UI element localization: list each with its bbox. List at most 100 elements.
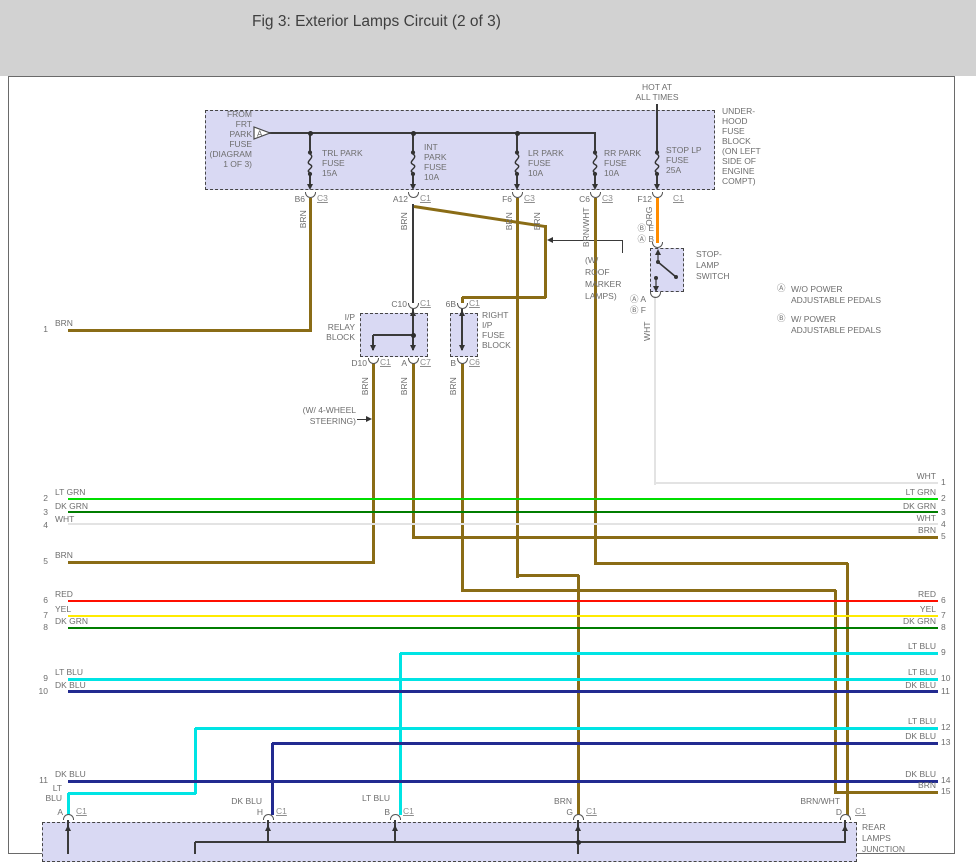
wire-k <box>195 841 845 843</box>
diagram-label: (W/ 4-WHEEL <box>303 406 356 415</box>
diagram-label: 2 <box>43 494 48 503</box>
diagram-label: 11 <box>39 776 48 785</box>
diagram-label: BRN/WHT <box>800 797 840 806</box>
diagram-label: SIDE OF <box>722 157 756 166</box>
wire-wht <box>654 296 656 485</box>
wire-color-label: BRN <box>400 356 409 416</box>
diagram-label: STEERING) <box>310 417 356 426</box>
arrow-d <box>410 184 416 190</box>
wire-brn <box>594 198 597 565</box>
diagram-label: 2 <box>941 494 946 503</box>
diagram-label: WHT <box>55 515 74 524</box>
wire-brn <box>372 363 375 564</box>
diagram-label: YEL <box>920 605 936 614</box>
diagram-layer: A HOT ATALL TIMESFROMFRTPARKFUSE(DIAGRAM… <box>0 0 976 854</box>
diagram-label: 9 <box>43 674 48 683</box>
arrow-u <box>575 825 581 831</box>
diagram-label: STOP LP <box>666 146 702 155</box>
diagram-label: FUSE <box>229 140 252 149</box>
wire-color-label: BRN <box>299 189 308 249</box>
diagram-label: BLOCK <box>482 341 511 350</box>
wire-color-label: BRN <box>505 191 514 251</box>
diagram-label: C1 <box>586 807 597 816</box>
diagram-label: ENGINE <box>722 167 755 176</box>
arrow-d <box>307 184 313 190</box>
diagram-label: 10 <box>39 687 48 696</box>
diagram-label: STOP- <box>696 250 722 259</box>
diagram-label: FRT <box>236 120 252 129</box>
diagram-label: 10A <box>528 169 543 178</box>
diagram-label: C1 <box>76 807 87 816</box>
diagram-label: 9 <box>941 648 946 657</box>
diagram-label: DK BLU <box>231 797 262 806</box>
diagram-label: DK GRN <box>55 502 88 511</box>
diagram-label: D <box>836 808 842 817</box>
diagram-label: G <box>566 808 573 817</box>
arrow-d <box>514 184 520 190</box>
wire-k <box>267 820 269 843</box>
diagram-label: 7 <box>941 611 946 620</box>
diagram-label: DK BLU <box>905 732 936 741</box>
wire-wht <box>655 482 938 484</box>
diagram-label: C1 <box>469 299 480 308</box>
arrow-d <box>410 345 416 351</box>
diagram-label: FUSE <box>722 127 745 136</box>
wire-ltblu <box>68 792 196 795</box>
arrow-d <box>592 184 598 190</box>
diagram-label: MARKER <box>585 280 621 289</box>
diagram-label: LT <box>53 784 62 793</box>
diagram-label: C1 <box>380 358 391 367</box>
diagram-label: I/P <box>482 321 492 330</box>
diagram-label: LT BLU <box>362 794 390 803</box>
connector-arc <box>457 358 468 364</box>
wire-ltblu <box>194 728 197 794</box>
diagram-label: 6B <box>446 300 456 309</box>
wire-dkblu <box>68 780 938 783</box>
connector-arc <box>263 814 274 820</box>
wire-color-label: WHT <box>643 301 652 361</box>
diagram-label: 4 <box>43 521 48 530</box>
wire-yel <box>68 615 938 617</box>
diagram-label: 14 <box>941 776 950 785</box>
wire-color-label: BRN <box>361 356 370 416</box>
diagram-label: 1 <box>43 325 48 334</box>
wire-dkblu <box>272 742 938 745</box>
wire-dkgrn <box>68 511 938 513</box>
diagram-label: FUSE <box>528 159 551 168</box>
diagram-label: DK BLU <box>905 681 936 690</box>
junction-dot <box>515 131 520 136</box>
diagram-label: 1 <box>941 478 946 487</box>
diagram-label: WHT <box>917 514 936 523</box>
arrow-u <box>392 825 398 831</box>
wire-k <box>269 132 596 134</box>
diagram-label: C3 <box>602 194 613 203</box>
diagram-label: PARK <box>424 153 447 162</box>
diagram-label: C1 <box>673 194 684 203</box>
fuse-symbol <box>303 149 317 183</box>
diagram-label: LT BLU <box>908 642 936 651</box>
diagram-label: LT GRN <box>55 488 85 497</box>
junction-dot <box>411 131 416 136</box>
diagram-label: LAMPS) <box>585 292 617 301</box>
diagram-label: BRN <box>55 319 73 328</box>
connector-arc <box>573 814 584 820</box>
diagram-label: I/P <box>345 313 355 322</box>
wire-k <box>394 820 396 843</box>
arrow-d <box>459 345 465 351</box>
diagram-label: C3 <box>317 194 328 203</box>
wire-brn <box>517 574 579 577</box>
diagram-label: C1 <box>855 807 866 816</box>
diagram-label: RED <box>55 590 73 599</box>
diagram-label: B <box>384 808 390 817</box>
wire-wht <box>68 523 938 525</box>
diagram-label: ADJUSTABLE PEDALS <box>791 326 881 335</box>
wire-k <box>194 842 196 854</box>
arrow-u <box>65 825 71 831</box>
diagram-label: BRN <box>918 526 936 535</box>
diagram-label: 3 <box>941 508 946 517</box>
wire-ltblu <box>195 727 938 730</box>
junction-dot <box>576 840 581 845</box>
diagram-label: 13 <box>941 738 950 747</box>
wire-color-label: BRN <box>533 191 542 251</box>
diagram-label: WHT <box>917 472 936 481</box>
